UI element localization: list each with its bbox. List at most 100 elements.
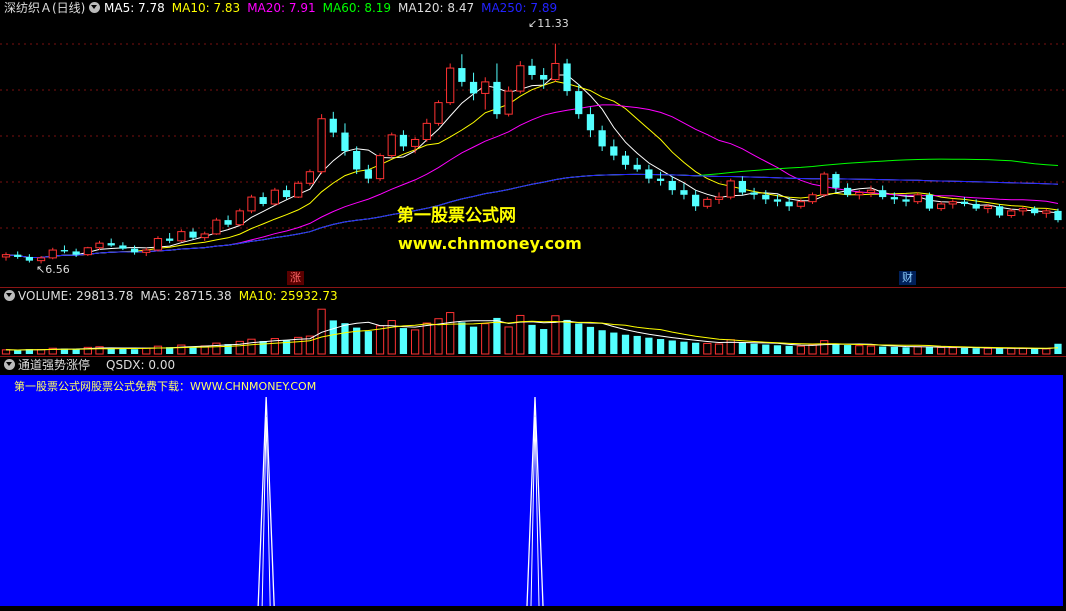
volume-bar: [119, 348, 127, 354]
volume-legend-item-0: VOLUME: 29813.78: [18, 289, 134, 303]
candle-body: [107, 243, 115, 246]
candle: [633, 157, 641, 172]
candle: [879, 185, 887, 200]
candle-body: [925, 194, 934, 209]
candle-body: [855, 191, 864, 196]
volume-bar: [410, 329, 420, 355]
volume-bar: [750, 343, 758, 354]
candle-body: [1054, 210, 1062, 221]
volume-bar: [212, 342, 221, 355]
candle: [270, 187, 279, 206]
candle: [166, 233, 174, 244]
candle-body: [516, 65, 525, 92]
candle-body: [598, 130, 606, 147]
volume-chart[interactable]: [0, 304, 1066, 356]
candle-body: [960, 201, 969, 204]
arrow-icon: ↙: [528, 17, 538, 30]
candle-body: [866, 189, 876, 193]
candle: [668, 176, 676, 195]
candle: [294, 180, 303, 198]
candle: [422, 118, 431, 142]
candle-body: [726, 180, 735, 198]
volume-bar: [528, 324, 536, 354]
tag-zhang[interactable]: 涨: [287, 271, 304, 285]
candle-body: [948, 201, 957, 205]
stock-title: 深纺织Ａ(日线): [4, 1, 86, 15]
volume-bar: [773, 345, 782, 354]
candle-body: [551, 62, 560, 81]
indicator-chart[interactable]: [0, 375, 1066, 606]
candle-body: [563, 63, 571, 92]
candle: [107, 238, 115, 247]
indicator-settings-dropdown-icon[interactable]: [4, 359, 15, 370]
candle-body: [83, 247, 92, 256]
volume-bar: [153, 345, 163, 355]
ma-legend-item-3: MA60: 8.19: [322, 1, 392, 15]
candle-body: [72, 251, 80, 255]
candle: [750, 187, 758, 200]
candle-body: [189, 231, 197, 238]
candle-body: [458, 68, 466, 82]
candle: [259, 192, 267, 207]
candle-body: [610, 146, 618, 156]
candle: [130, 245, 139, 255]
volume-bar: [504, 326, 513, 355]
volume-bar: [843, 345, 852, 354]
candle-body: [890, 197, 898, 200]
candle-body: [1007, 210, 1016, 216]
low-price-label: 6.56: [45, 263, 70, 276]
volume-legend-item-2: MA10: 25932.73: [238, 289, 338, 303]
candle-body: [972, 203, 980, 209]
candle-body: [282, 190, 291, 198]
candle: [481, 77, 490, 110]
candle: [282, 185, 291, 200]
volume-bar: [703, 342, 712, 355]
candle-body: [130, 248, 139, 253]
volume-bar: [329, 320, 337, 354]
ma-legend-item-2: MA20: 7.91: [247, 1, 316, 15]
candle-body: [656, 178, 665, 181]
candle-body: [259, 197, 267, 204]
candle: [703, 197, 712, 209]
candle: [434, 100, 443, 126]
candle: [235, 208, 244, 226]
candle: [948, 199, 957, 209]
candle: [598, 125, 606, 151]
candle: [913, 192, 922, 204]
volume-legend-item-1: MA5: 28715.38: [140, 289, 232, 303]
volume-settings-dropdown-icon[interactable]: [4, 290, 15, 301]
candle: [375, 153, 385, 181]
candle-body: [364, 169, 372, 179]
candle: [142, 247, 151, 257]
candle: [247, 194, 256, 214]
volume-bar: [820, 340, 829, 355]
volume-bar: [399, 328, 408, 354]
volume-bar: [364, 331, 372, 354]
volume-bar: [130, 349, 139, 354]
candle-body: [317, 118, 326, 173]
volume-bar: [879, 346, 887, 354]
candle-body: [528, 65, 536, 75]
ma5-line: [5, 74, 1059, 259]
candle-body: [36, 257, 46, 262]
candle: [714, 192, 724, 204]
candle: [738, 176, 747, 195]
volume-bar: [598, 330, 606, 354]
candle-body: [341, 132, 349, 151]
ma-legend-item-1: MA10: 7.83: [171, 1, 241, 15]
volume-bar: [1042, 348, 1051, 355]
candle: [936, 201, 946, 211]
candle: [1054, 208, 1062, 223]
candle: [212, 217, 221, 235]
volume-bar: [446, 312, 455, 355]
candle-body: [305, 171, 315, 184]
candle-body: [434, 102, 443, 124]
volume-legend: VOLUME: 29813.78 MA5: 28715.38 MA10: 25932…: [18, 289, 345, 303]
main-settings-dropdown-icon[interactable]: [89, 2, 100, 13]
volume-bar: [481, 323, 490, 355]
volume-bar: [808, 344, 817, 355]
volume-bar: [177, 344, 186, 355]
candle-body: [843, 187, 852, 195]
tag-cai[interactable]: 财: [899, 271, 916, 285]
candle: [48, 247, 57, 260]
